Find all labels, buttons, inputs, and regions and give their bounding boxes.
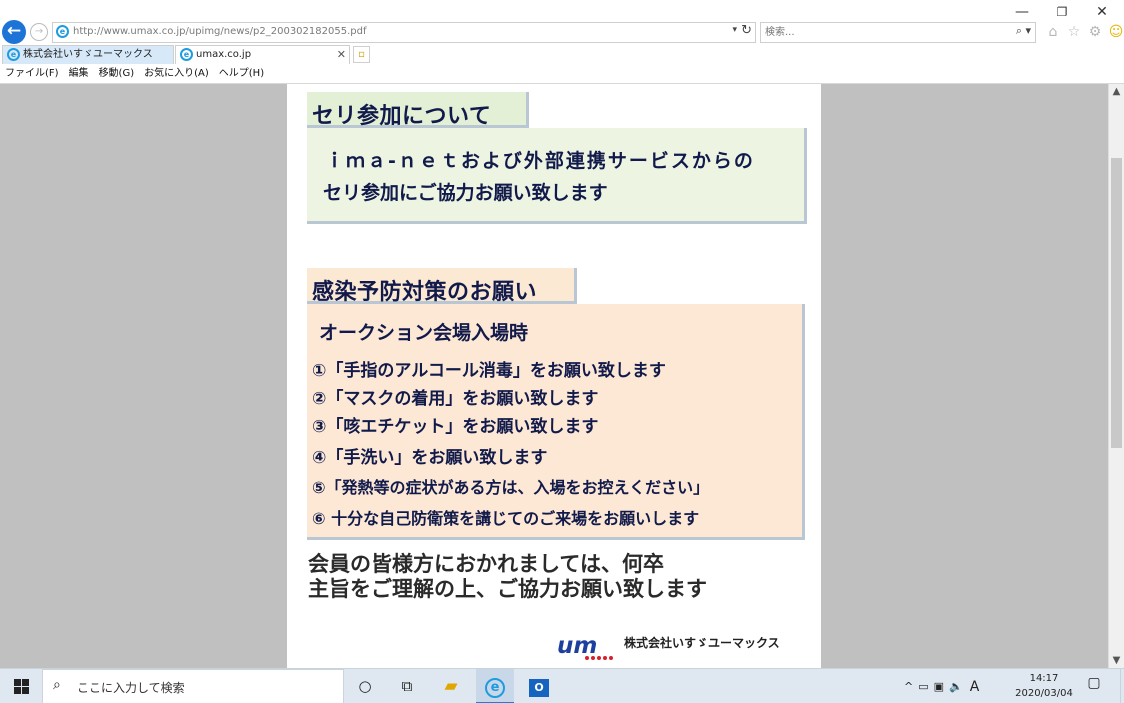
tab-strip: e 株式会社いすゞユーマックス e umax.co.jp ✕ ▫ <box>0 44 1124 64</box>
section1-line1: ｉｍａ-ｎｅｔおよび外部連携サービスからの <box>325 150 755 172</box>
taskbar-search-placeholder: ここに入力して検索 <box>77 681 185 695</box>
outlook-taskbar-button[interactable]: O <box>520 669 558 703</box>
pdf-page: セリ参加について ｉｍａ-ｎｅｔおよび外部連携サービスからの セリ参加にご協力お… <box>287 84 821 668</box>
rule-item: ⑥ 十分な自己防衛策を講じてのご来場をお願いします <box>312 509 700 528</box>
company-logo: um <box>557 633 613 660</box>
show-desktop-button[interactable] <box>1120 669 1124 703</box>
feedback-smiley-icon[interactable]: ☺ <box>1107 23 1124 41</box>
toolbar-icons: ⌂ ☆ ⚙ ☺ <box>1044 23 1124 43</box>
file-explorer-icon[interactable]: ▰ <box>432 669 470 703</box>
home-icon[interactable]: ⌂ <box>1044 23 1062 41</box>
search-input[interactable] <box>765 25 995 40</box>
section1-line2: セリ参加にご協力お願い致します <box>323 182 608 204</box>
tab-isuzu-umax[interactable]: e 株式会社いすゞユーマックス <box>2 45 174 64</box>
tab-label: 株式会社いすゞユーマックス <box>23 49 153 60</box>
browser-chrome: — ❐ ✕ ← → e http://www.umax.co.jp/upimg/… <box>0 0 1124 84</box>
menu-bar: ファイル(F) 編集 移動(G) お気に入り(A) ヘルプ(H) <box>0 65 269 83</box>
tab-label: umax.co.jp <box>196 49 252 60</box>
ie-page-icon: e <box>56 25 69 38</box>
taskbar-search[interactable]: ⌕ ここに入力して検索 <box>42 669 344 703</box>
rule-item: ①「手指のアルコール消毒」をお願い致します <box>312 361 666 381</box>
menu-edit[interactable]: 編集 <box>64 65 94 83</box>
taskbar: ⌕ ここに入力して検索 ○ ⧉ ▰ e O ^ ▭ ▣ 🔈 A 14:17 20… <box>0 668 1124 703</box>
back-button[interactable]: ← <box>2 20 26 44</box>
tray-chevron-icon[interactable]: ^ <box>904 680 913 693</box>
back-arrow-icon: ← <box>6 21 22 41</box>
section2-subheading: オークション会場入場時 <box>319 322 529 344</box>
internet-explorer-icon: e <box>485 678 505 698</box>
cortana-icon[interactable]: ○ <box>346 669 384 703</box>
new-tab-button[interactable]: ▫ <box>353 46 370 63</box>
ie-tab-icon: e <box>180 48 193 61</box>
refresh-icon[interactable]: ↻ <box>741 23 752 38</box>
outlook-icon: O <box>529 679 549 697</box>
scroll-thumb[interactable] <box>1111 158 1122 448</box>
clock-date: 2020/03/04 <box>1015 688 1073 699</box>
closing-line1: 会員の皆様方におかれましては、何卒 <box>308 552 664 576</box>
rule-item: ⑤「発熱等の症状がある方は、入場をお控えください」 <box>312 478 710 497</box>
menu-favorites[interactable]: お気に入り(A) <box>139 65 214 83</box>
internet-explorer-taskbar-button[interactable]: e <box>476 669 514 703</box>
task-view-icon[interactable]: ⧉ <box>388 669 426 703</box>
clock-time: 14:17 <box>1029 673 1059 684</box>
notification-icon[interactable]: ▢ <box>1082 675 1106 697</box>
rule-item: ②「マスクの着用」をお願い致します <box>312 389 599 409</box>
pdf-viewport[interactable]: セリ参加について ｉｍａ-ｎｅｔおよび外部連携サービスからの セリ参加にご協力お… <box>0 84 1108 668</box>
section2-heading: 感染予防対策のお願い <box>307 268 577 305</box>
volume-icon[interactable]: 🔈 <box>949 680 963 693</box>
section2-heading-text: 感染予防対策のお願い <box>312 280 538 305</box>
closing-line2: 主旨をご理解の上、ご協力お願い致します <box>308 577 707 601</box>
forward-arrow-icon: → <box>34 26 44 37</box>
scroll-up-icon[interactable]: ▲ <box>1109 86 1124 97</box>
restore-button[interactable]: ❐ <box>1044 2 1080 22</box>
rule-item: ④「手洗い」をお願い致します <box>312 448 548 468</box>
close-window-button[interactable]: ✕ <box>1084 2 1120 22</box>
battery-icon[interactable]: ▭ <box>918 680 928 693</box>
search-icon[interactable]: ⌕ ▾ <box>1016 24 1031 38</box>
forward-button[interactable]: → <box>30 23 48 41</box>
clock[interactable]: 14:17 2020/03/04 <box>1014 671 1074 701</box>
section1-box: ｉｍａ-ｎｅｔおよび外部連携サービスからの セリ参加にご協力お願い致します <box>307 128 807 224</box>
minimize-button[interactable]: — <box>1004 2 1040 22</box>
ie-tab-icon: e <box>7 48 20 61</box>
favorites-star-icon[interactable]: ☆ <box>1065 23 1083 41</box>
section2-box: オークション会場入場時 ①「手指のアルコール消毒」をお願い致します ②「マスクの… <box>307 304 805 540</box>
network-icon[interactable]: ▣ <box>934 680 944 693</box>
vertical-scrollbar[interactable]: ▲ ▼ <box>1108 84 1124 668</box>
section1-heading: セリ参加について <box>307 92 529 129</box>
address-bar[interactable]: e http://www.umax.co.jp/upimg/news/p2_20… <box>52 22 756 43</box>
settings-gear-icon[interactable]: ⚙ <box>1086 23 1104 41</box>
svg-text:um: um <box>557 633 597 659</box>
search-box[interactable]: ⌕ ▾ <box>760 22 1036 43</box>
start-button[interactable] <box>0 669 42 703</box>
closing-message: 会員の皆様方におかれましては、何卒 主旨をご理解の上、ご協力お願い致します <box>308 552 707 602</box>
windows-logo-icon <box>14 679 29 694</box>
scroll-down-icon[interactable]: ▼ <box>1109 655 1124 666</box>
menu-help[interactable]: ヘルプ(H) <box>214 65 269 83</box>
ime-indicator[interactable]: A <box>970 679 980 695</box>
address-url[interactable]: http://www.umax.co.jp/upimg/news/p2_2003… <box>73 26 366 37</box>
menu-file[interactable]: ファイル(F) <box>0 65 64 83</box>
company-name: 株式会社いすゞユーマックス <box>624 636 780 650</box>
system-tray: ^ ▭ ▣ 🔈 A <box>904 669 979 703</box>
section1-heading-text: セリ参加について <box>312 104 492 129</box>
address-dropdown-icon[interactable]: ▾ <box>732 25 737 35</box>
tab-umax-pdf[interactable]: e umax.co.jp ✕ <box>175 45 350 64</box>
rule-item: ③「咳エチケット」をお願い致します <box>312 417 599 437</box>
menu-go[interactable]: 移動(G) <box>94 65 140 83</box>
search-icon: ⌕ <box>53 677 61 693</box>
tab-close-icon[interactable]: ✕ <box>337 46 346 63</box>
